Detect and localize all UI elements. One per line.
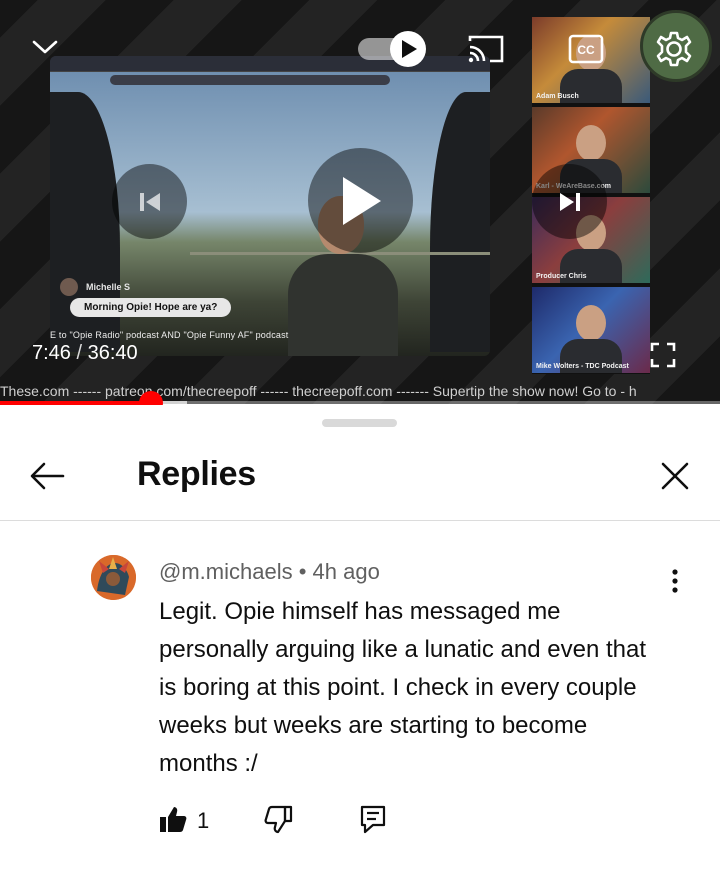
time-display: 7:46 / 36:40 xyxy=(32,342,138,365)
drag-handle[interactable] xyxy=(322,419,397,427)
chevron-down-icon[interactable] xyxy=(28,30,62,64)
gear-icon[interactable] xyxy=(653,28,695,70)
cast-icon[interactable] xyxy=(466,32,506,66)
autoplay-toggle-icon[interactable] xyxy=(356,30,428,68)
reply-meta: @m.michaels • 4h ago xyxy=(159,559,380,585)
thumbs-down-icon xyxy=(263,804,293,839)
like-count: 1 xyxy=(197,808,210,833)
time-separator: / xyxy=(76,342,83,364)
current-time: 7:46 xyxy=(32,342,71,364)
replies-sheet: Replies @m.michaels • 4h ago Legit. Opie… xyxy=(0,405,720,873)
sheet-header: Replies xyxy=(0,435,720,521)
video-player[interactable]: Michelle S Morning Opie! Hope are ya? E … xyxy=(0,0,720,404)
comment-icon xyxy=(359,804,387,839)
video-dome-right xyxy=(430,92,490,352)
overlay-chat-message: Morning Opie! Hope are ya? xyxy=(70,298,232,317)
overlay-caption: E to "Opie Radio" podcast AND "Opie Funn… xyxy=(50,330,289,340)
reply-text: Legit. Opie himself has messaged me pers… xyxy=(159,598,646,777)
overlay-chat-avatar xyxy=(60,278,78,296)
reply-author[interactable]: @m.michaels xyxy=(159,559,293,584)
duration: 36:40 xyxy=(87,342,138,364)
overlay-chat-name: Michelle S xyxy=(86,282,131,292)
video-browser-url xyxy=(110,75,390,85)
like-button[interactable]: 1 xyxy=(159,801,209,841)
skip-next-icon[interactable] xyxy=(532,164,607,239)
sheet-title: Replies xyxy=(137,455,256,493)
svg-text:CC: CC xyxy=(577,43,595,57)
reply-button[interactable] xyxy=(359,801,387,841)
fullscreen-icon[interactable] xyxy=(648,340,678,370)
skip-previous-icon[interactable] xyxy=(112,164,187,239)
reply-actions: 1 xyxy=(159,801,459,841)
reply-time: 4h ago xyxy=(312,559,380,584)
webcam-label: Producer Chris xyxy=(536,273,587,280)
meta-separator: • xyxy=(298,559,307,584)
webcam-label: Adam Busch xyxy=(536,93,579,100)
arrow-left-icon[interactable] xyxy=(24,453,70,499)
thumbs-up-filled-icon xyxy=(159,805,187,838)
dislike-button[interactable] xyxy=(263,801,293,841)
avatar[interactable] xyxy=(91,555,136,600)
webcam-4: Mike Wolters - TDC Podcast xyxy=(532,287,650,373)
video-marquee: These.com ------ patreon.com/thecreepoff… xyxy=(0,383,637,399)
webcam-label: Mike Wolters - TDC Podcast xyxy=(536,363,629,370)
reply-item: @m.michaels • 4h ago Legit. Opie himself… xyxy=(0,553,720,853)
play-icon[interactable] xyxy=(308,148,413,253)
cc-icon[interactable]: CC xyxy=(566,32,606,66)
close-icon[interactable] xyxy=(652,453,698,499)
